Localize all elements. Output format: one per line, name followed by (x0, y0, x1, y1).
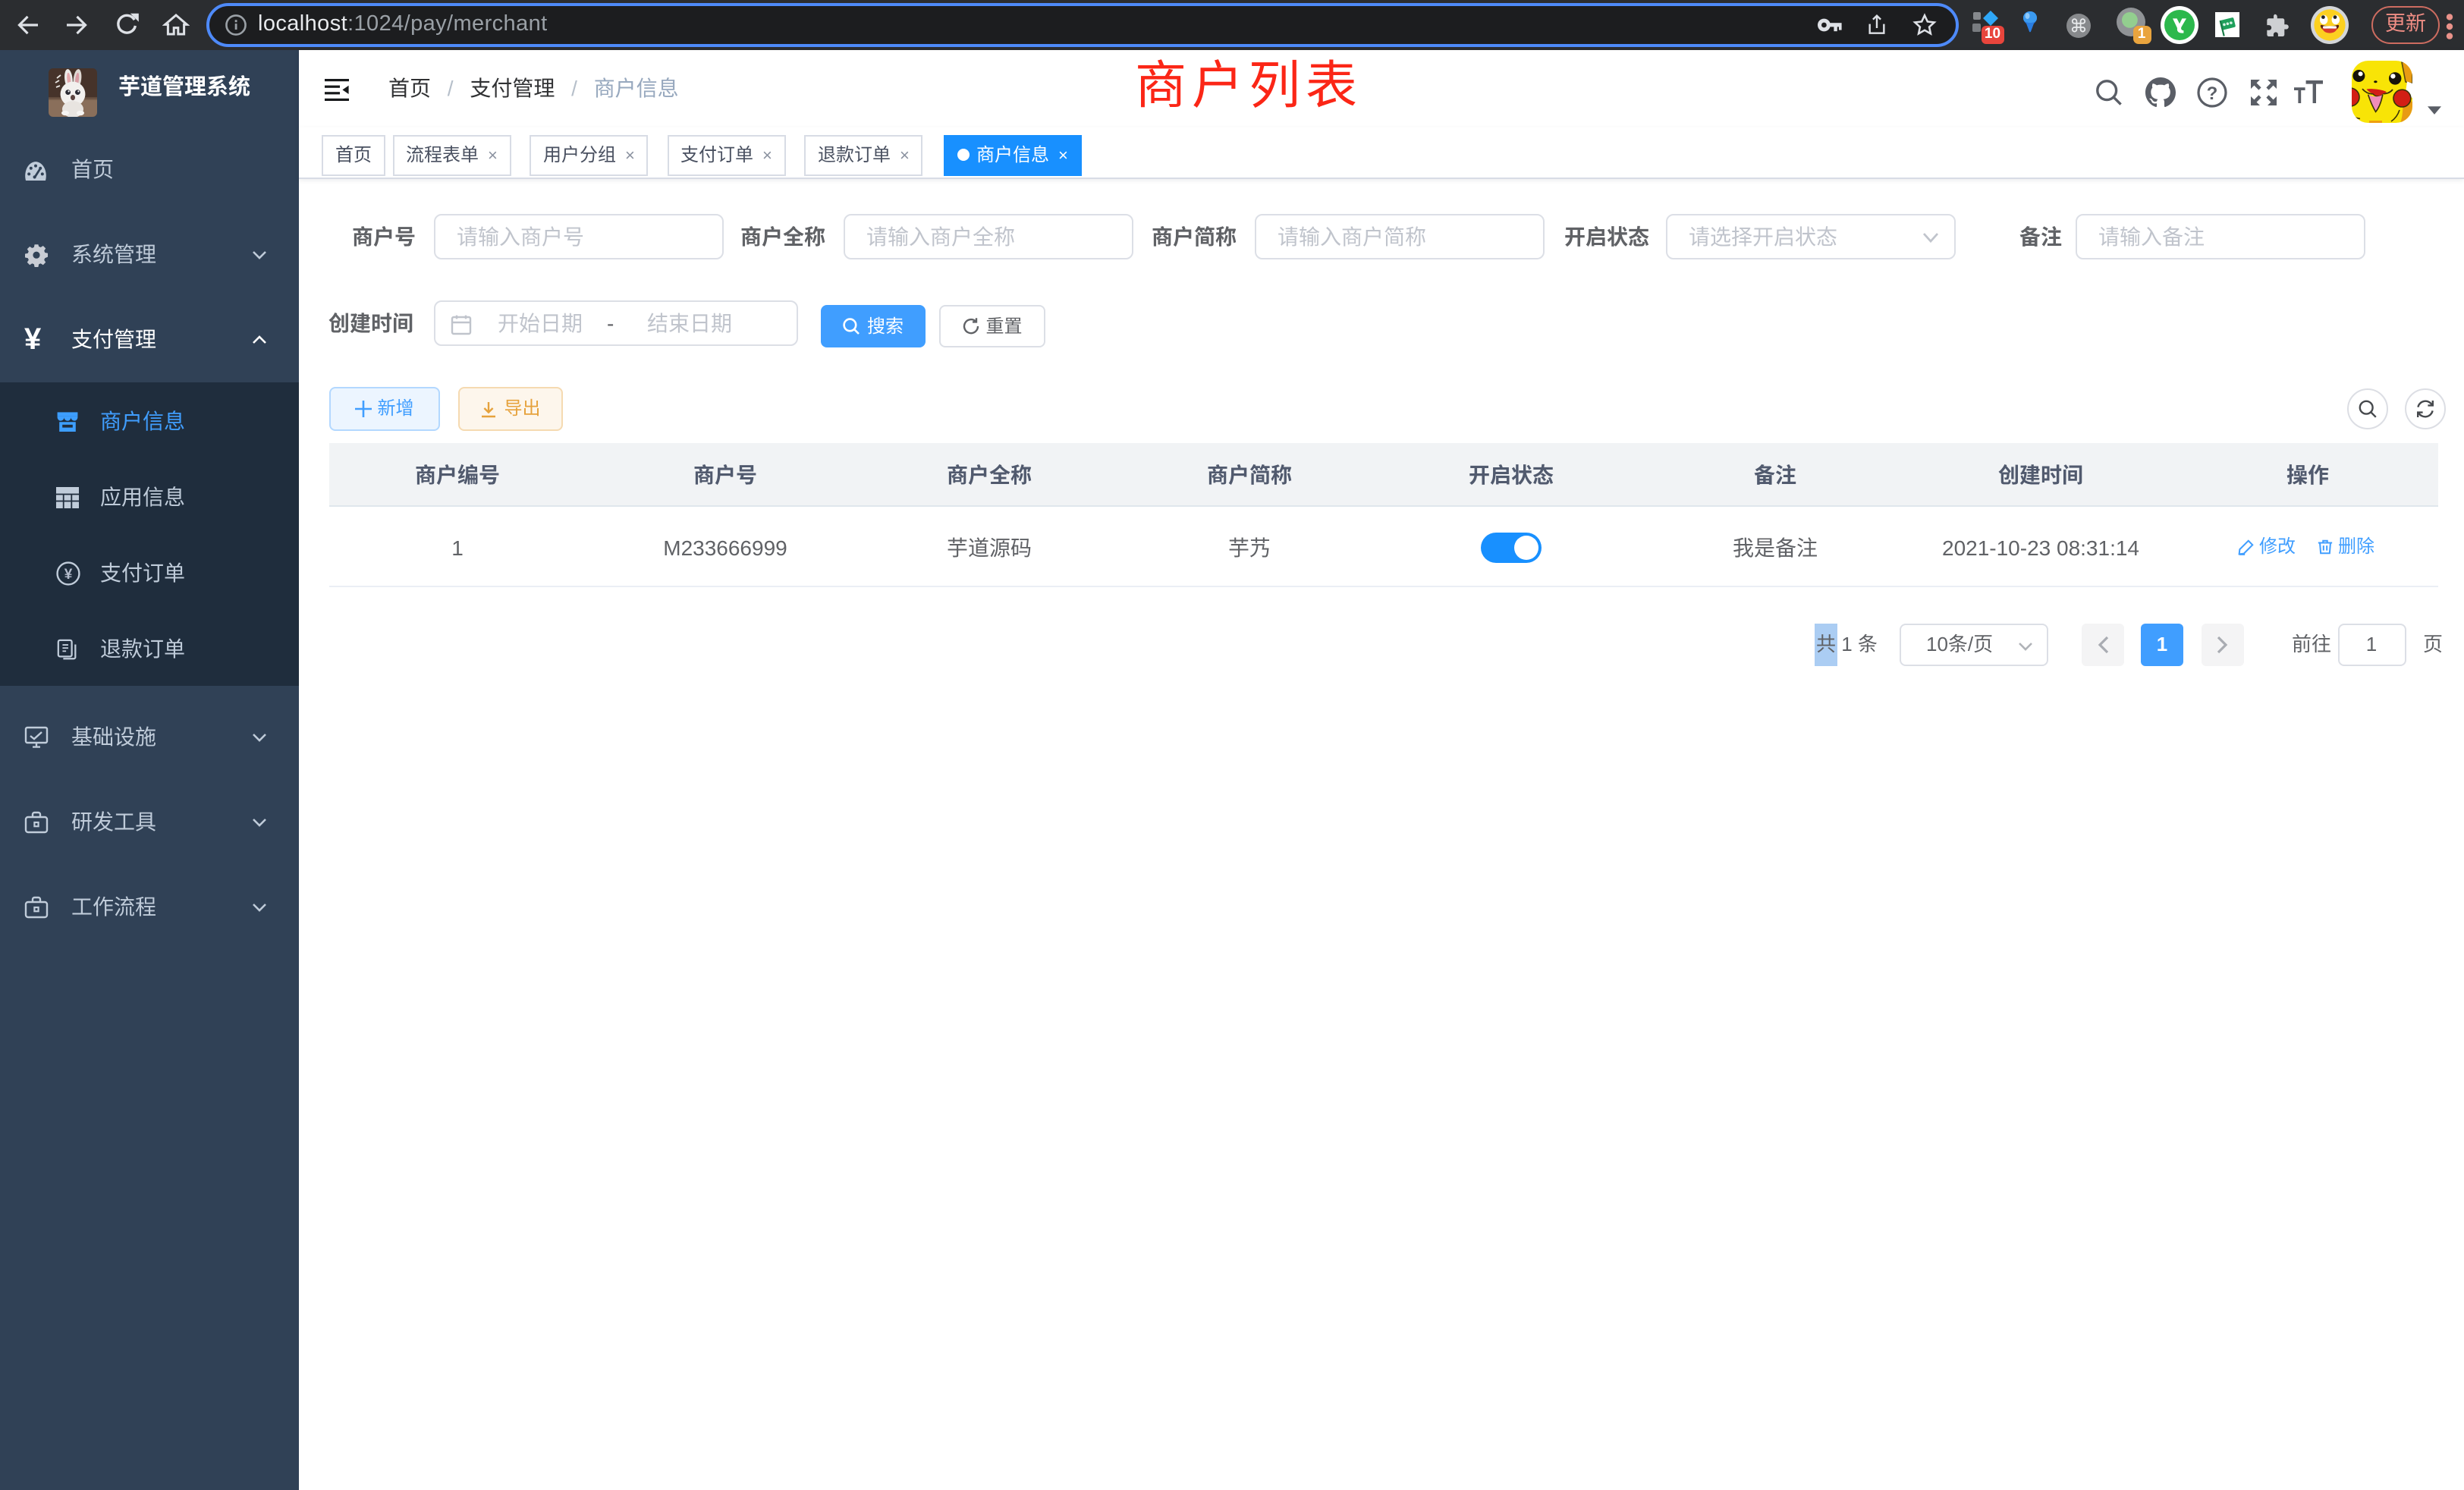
svg-text:⌘: ⌘ (2070, 15, 2088, 36)
svg-text:?: ? (2207, 83, 2218, 104)
svg-text:¥: ¥ (64, 566, 73, 582)
